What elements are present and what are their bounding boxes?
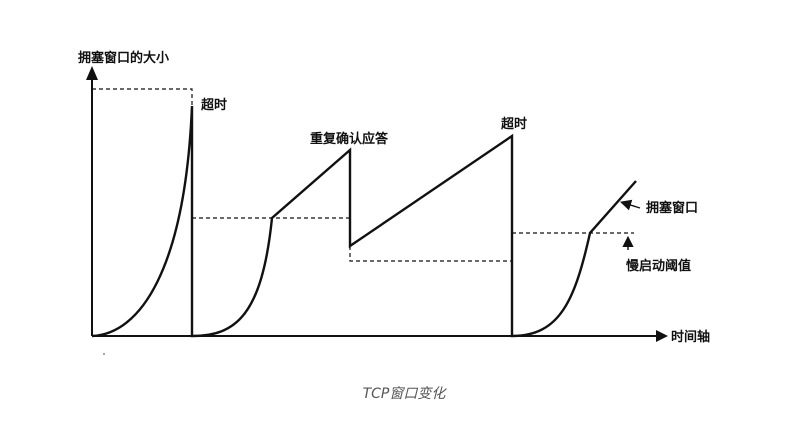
tcp-congestion-window-diagram: 拥塞窗口的大小 时间轴 超时 重复确认应答 超时 拥塞窗口 慢启动阈值 bbox=[78, 50, 710, 355]
threshold-initial bbox=[92, 88, 193, 106]
threshold-after-dup-ack bbox=[349, 218, 512, 262]
timeout-label-2: 超时 bbox=[501, 116, 527, 132]
x-axis-arrow bbox=[656, 330, 668, 342]
figure-caption: TCP窗口变化 bbox=[362, 386, 446, 402]
scan-speck bbox=[103, 353, 105, 355]
y-axis-arrow bbox=[86, 66, 98, 80]
cwnd-pointer-arrow bbox=[619, 199, 641, 211]
y-axis-label: 拥塞窗口的大小 bbox=[78, 50, 169, 66]
timeout-label-1: 超时 bbox=[201, 97, 227, 113]
dup-ack-label: 重复确认应答 bbox=[310, 131, 389, 147]
x-axis-label: 时间轴 bbox=[671, 329, 710, 345]
ssthresh-label: 慢启动阈值 bbox=[626, 258, 691, 274]
cwnd-label: 拥塞窗口 bbox=[646, 200, 698, 216]
